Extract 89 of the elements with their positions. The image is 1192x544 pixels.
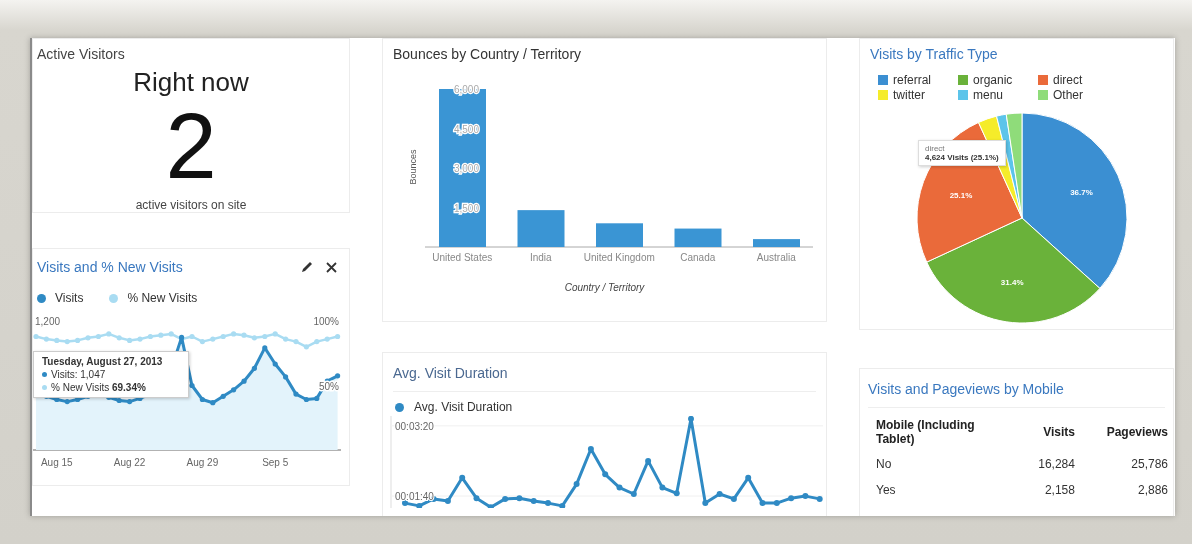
legend-label: organic <box>973 73 1013 87</box>
point <box>545 500 551 507</box>
point <box>459 474 466 481</box>
point <box>759 500 766 507</box>
axis-tick-label: 4,500 <box>453 123 479 135</box>
slice-value-label: 36.7% <box>1070 187 1093 197</box>
point <box>516 495 523 502</box>
point <box>716 491 723 497</box>
column-header: Mobile (Including Tablet) <box>875 418 976 448</box>
point <box>402 500 408 507</box>
point <box>416 502 423 508</box>
axis-tick-label: Aug 29 <box>186 457 219 468</box>
point <box>473 495 480 502</box>
point <box>616 484 623 491</box>
axis-tick-label: Aug 22 <box>113 457 146 468</box>
pencil-icon[interactable] <box>300 260 314 274</box>
table-cell: 2,886 <box>1074 478 1168 504</box>
axis-title: Bounces <box>408 149 418 185</box>
bar <box>753 239 800 247</box>
legend-label: Other <box>1053 88 1083 102</box>
widget-title: Visits by Traffic Type <box>869 45 998 62</box>
series-bullet <box>42 372 47 377</box>
legend-label: Visits <box>55 291 84 305</box>
legend-label: % New Visits <box>127 291 198 305</box>
legend-label: direct <box>1053 73 1083 87</box>
tooltip-title: direct <box>925 144 946 153</box>
point <box>530 498 537 504</box>
point <box>688 416 694 422</box>
right-now-heading: Right now <box>133 67 249 98</box>
axis-category-label: India <box>528 251 553 264</box>
axis-tick-label: Sep 5 <box>262 457 289 468</box>
visitor-count: 2 <box>165 100 217 192</box>
point <box>573 481 580 488</box>
point <box>645 457 652 464</box>
point <box>587 446 594 452</box>
axis-category-label: United States <box>431 251 494 264</box>
widget-title: Avg. Visit Duration <box>392 364 508 381</box>
table-cell: 25,786 <box>1074 452 1168 478</box>
column-header: Pageviews <box>1074 418 1168 452</box>
axis-category-label: United Kingdom <box>582 251 656 264</box>
point <box>745 474 752 481</box>
point <box>816 495 823 502</box>
axis-tick-label: 3,000 <box>453 163 479 174</box>
table-cell-text: Yes <box>875 482 897 499</box>
column-header: Visits <box>1042 424 1075 441</box>
table-cell-text: 16,284 <box>1037 456 1075 473</box>
point <box>659 484 666 491</box>
point <box>773 500 780 507</box>
slice-value-label: 31.4% <box>1000 278 1024 288</box>
series-bullet <box>42 385 47 390</box>
legend-label: referral <box>893 73 931 87</box>
bar <box>596 223 643 247</box>
tooltip-text: 4,624 Visits (25.1%) <box>925 153 999 162</box>
tooltip-line: % New Visits 69.34% <box>51 382 146 393</box>
axis-tick-label: 1,200 <box>35 316 61 327</box>
point <box>702 500 709 507</box>
axis-tick-label: Aug 15 <box>40 457 73 468</box>
visitor-caption: active visitors on site <box>135 198 247 212</box>
table-cell-text: No <box>875 456 893 473</box>
widget-title: Visits and Pageviews by Mobile <box>867 380 1064 397</box>
widget-title: Active Visitors <box>36 45 125 62</box>
axis-tick-label: 100% <box>313 316 339 327</box>
widget-title: Visits and % New Visits <box>36 258 184 275</box>
point <box>788 495 795 502</box>
axis-category-label: Australia <box>755 251 797 264</box>
point <box>602 471 609 478</box>
axis-title: Country / Territory <box>564 282 645 293</box>
legend-label: menu <box>973 88 1004 102</box>
point <box>730 495 737 502</box>
legend-label: Avg. Visit Duration <box>414 400 513 414</box>
point <box>559 502 566 508</box>
point <box>630 491 637 497</box>
axis-tick-label: 00:01:40 <box>395 491 434 503</box>
axis-tick-label: 00:03:20 <box>395 420 434 432</box>
axis-tick-label: 1,500 <box>453 202 479 214</box>
bar <box>674 228 722 247</box>
bar <box>517 210 565 247</box>
point <box>502 495 509 502</box>
axis-category-label: Canada <box>679 251 717 264</box>
slice-value-label: 25.1% <box>949 191 973 201</box>
widget-title: Bounces by Country / Territory <box>392 45 582 62</box>
point <box>444 498 451 504</box>
tooltip-line: Visits: 1,047 <box>51 369 106 380</box>
legend-label: twitter <box>893 88 925 102</box>
point <box>673 490 680 497</box>
point <box>802 493 809 500</box>
table-cell-text: 2,158 <box>1043 482 1075 499</box>
tooltip-title: Tuesday, August 27, 2013 <box>42 356 163 367</box>
close-icon[interactable] <box>326 261 337 273</box>
